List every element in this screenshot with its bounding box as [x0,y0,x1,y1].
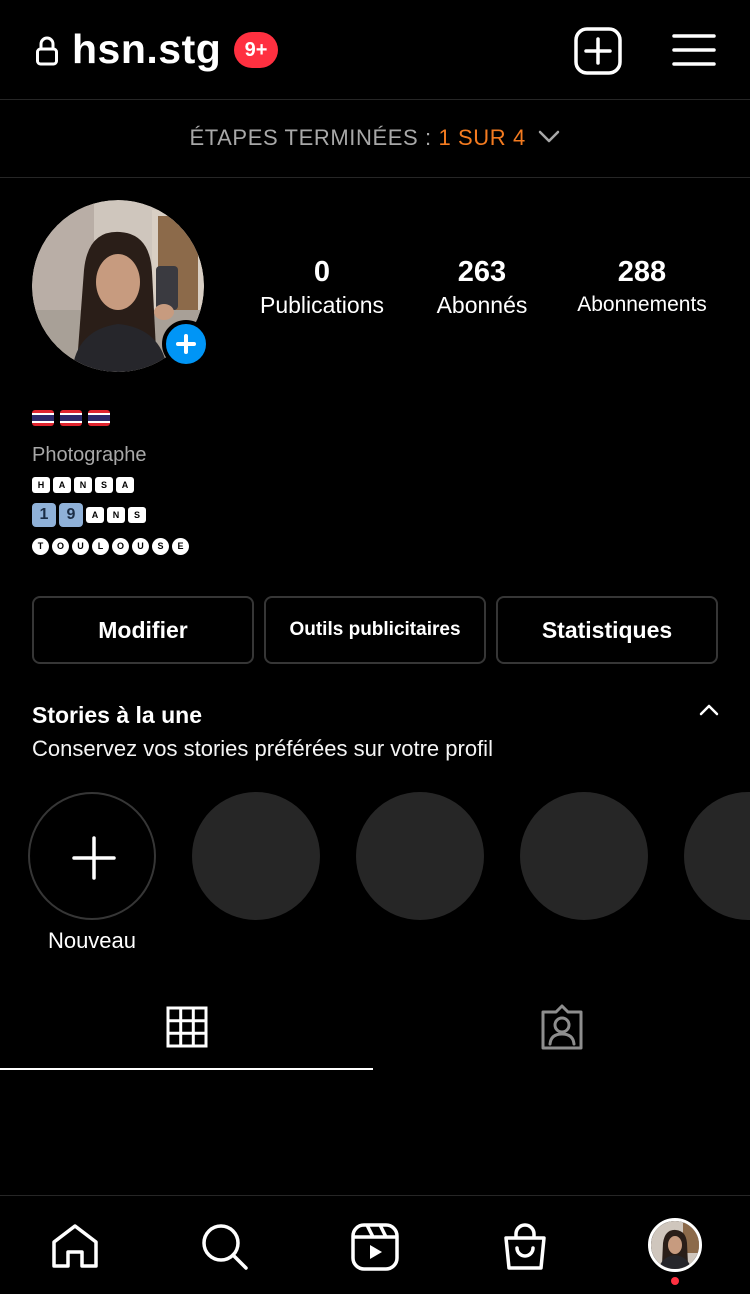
steps-label: ÉTAPES TERMINÉES : [189,125,439,150]
top-header: hsn.stg 9+ [0,0,750,100]
thailand-flag-icon [60,410,82,426]
letter-tile: T [32,537,49,555]
plus-icon [72,836,116,880]
stat-followers-count: 263 [457,256,507,288]
stat-following-label: Abonnements [577,293,707,316]
letter-tile: S [128,507,146,523]
number-tile: 1 [32,503,56,527]
letter-tile: A [116,477,134,493]
letter-tile: N [74,477,92,493]
letter-tile: A [53,477,71,493]
highlight-placeholder [192,792,320,920]
letter-tile: O [112,537,129,555]
letter-tile: E [172,537,189,555]
new-highlight-label: Nouveau [47,928,137,953]
letter-tile: S [95,477,113,493]
plus-square-icon[interactable] [574,27,622,75]
bio-flags [32,404,189,432]
profile-steps-banner[interactable]: ÉTAPES TERMINÉES : 1 SUR 4 [0,101,750,178]
home-icon[interactable] [50,1222,100,1272]
hamburger-menu-icon[interactable] [672,32,716,68]
ad-tools-button[interactable]: Outils publicitaires [264,596,486,664]
profile-avatar-wrapper[interactable] [32,200,210,372]
search-icon[interactable] [200,1222,250,1272]
stat-followers-label: Abonnés [436,292,528,318]
profile-username[interactable]: hsn.stg [72,26,221,73]
profile-category: Photographe [32,444,147,466]
letter-tile: O [52,537,69,555]
profile-bio: Photographe H A N S A 1 9 A N S T O U L … [32,404,189,557]
stat-publications[interactable]: 0 Publications [244,254,400,320]
letter-tile: H [32,477,50,493]
add-story-button[interactable] [162,320,210,368]
insights-button[interactable]: Statistiques [496,596,718,664]
highlights-subtitle: Conservez vos stories préférées sur votr… [32,736,493,761]
letter-tile: A [86,507,104,523]
letter-tile: N [107,507,125,523]
edit-profile-button[interactable]: Modifier [32,596,254,664]
highlight-placeholder [520,792,648,920]
tab-posts-grid[interactable] [0,990,373,1070]
reels-icon[interactable] [350,1222,400,1272]
chevron-down-icon[interactable] [537,128,561,144]
bottom-navigation [0,1195,750,1294]
steps-progress: 1 SUR 4 [438,125,526,150]
tagged-person-icon [541,1004,583,1050]
letter-tile: U [132,537,149,555]
stat-following-count: 288 [617,256,667,288]
bio-line-age: 1 9 A N S [32,501,189,529]
highlight-placeholder [684,792,750,920]
letter-tile: U [72,537,89,555]
notification-dot [671,1277,679,1285]
grid-icon [166,1006,208,1048]
new-highlight-button[interactable] [28,792,156,920]
highlights-title: Stories à la une [32,702,203,728]
profile-avatar[interactable] [648,1218,702,1272]
shop-icon[interactable] [500,1222,550,1272]
number-tile: 9 [59,503,83,527]
letter-tile: S [152,537,169,555]
thailand-flag-icon [32,410,54,426]
notification-badge[interactable]: 9+ [234,32,278,68]
bio-line-city: T O U L O U S E [32,535,189,557]
letter-tile: L [92,537,109,555]
tab-tagged[interactable] [373,990,750,1070]
stat-following[interactable]: 288 Abonnements [562,254,722,320]
stat-publications-label: Publications [259,292,385,318]
stat-followers[interactable]: 263 Abonnés [420,254,544,320]
chevron-up-icon[interactable] [698,702,720,718]
bio-line-name: H A N S A [32,474,189,496]
lock-icon [36,36,58,66]
thailand-flag-icon [88,410,110,426]
stat-publications-count: 0 [313,256,331,288]
highlight-placeholder [356,792,484,920]
